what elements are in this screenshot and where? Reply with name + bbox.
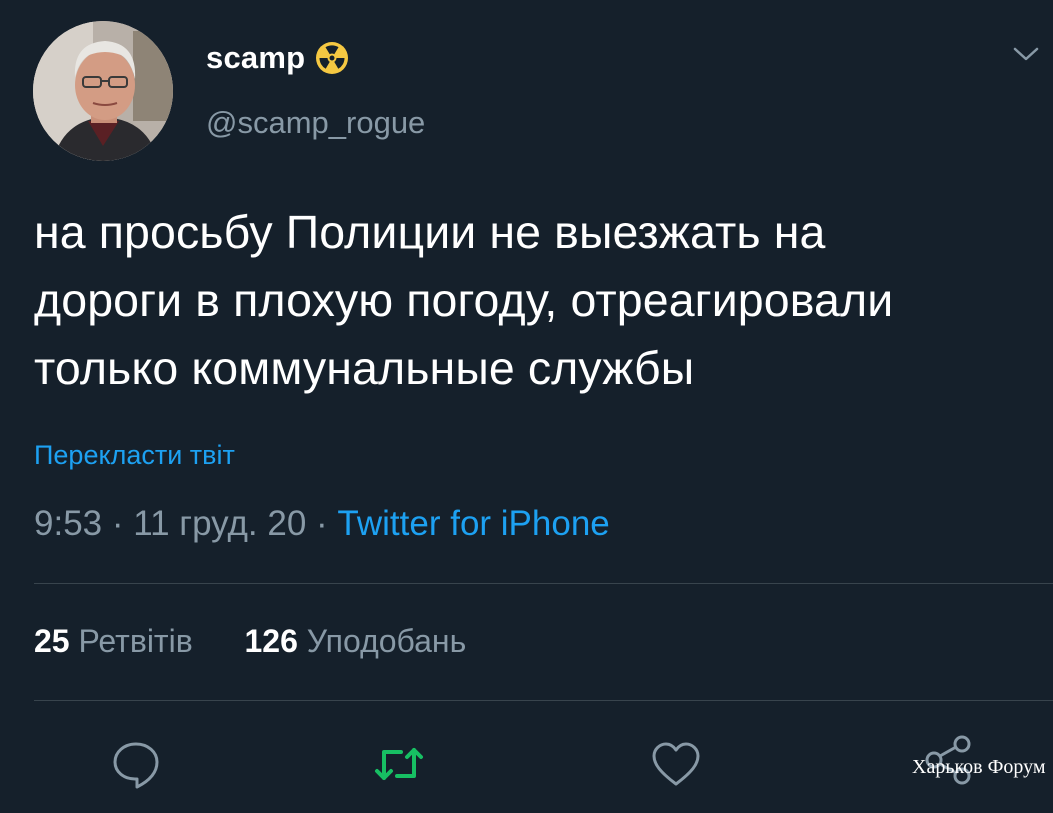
chevron-down-icon[interactable] (1013, 46, 1039, 62)
author-handle[interactable]: @scamp_rogue (206, 105, 425, 141)
retweets-count: 25 (34, 623, 70, 659)
tweet-stats: 25 Ретвітів 126 Уподобань (34, 623, 466, 660)
meta-separator: · (316, 504, 328, 543)
tweet-text-line: дороги в плохую погоду, отреагировали (34, 274, 894, 326)
retweets-stat[interactable]: 25 Ретвітів (34, 623, 202, 659)
likes-count: 126 (244, 623, 298, 659)
tweet-detail: scamp @scamp_rogue на просьбу Полиции не… (0, 0, 1053, 813)
avatar[interactable] (33, 21, 173, 161)
divider (34, 700, 1053, 701)
radioactive-icon (315, 41, 349, 75)
tweet-text: на просьбу Полиции не выезжать на дороги… (34, 198, 1049, 402)
author-display-name[interactable]: scamp (206, 40, 305, 76)
divider (34, 583, 1053, 584)
translate-tweet-link[interactable]: Перекласти твіт (34, 440, 235, 471)
tweet-source-link[interactable]: Twitter for iPhone (337, 504, 609, 543)
reply-icon[interactable] (110, 738, 162, 790)
likes-label: Уподобань (306, 623, 467, 659)
author-name-row[interactable]: scamp (206, 40, 349, 76)
heart-icon[interactable] (650, 738, 702, 790)
meta-separator: · (111, 504, 124, 543)
retweets-label: Ретвітів (78, 623, 193, 659)
tweet-date[interactable]: 11 груд. 20 (133, 504, 306, 543)
tweet-meta: 9:53 · 11 груд. 20 · Twitter for iPhone (34, 504, 610, 544)
retweet-icon[interactable] (373, 738, 425, 790)
tweet-text-line: только коммунальные службы (34, 342, 695, 394)
watermark: Харьков Форум (912, 756, 1046, 778)
likes-stat[interactable]: 126 Уподобань (244, 623, 466, 659)
tweet-text-line: на просьбу Полиции не выезжать на (34, 206, 826, 258)
tweet-time[interactable]: 9:53 (34, 504, 102, 543)
